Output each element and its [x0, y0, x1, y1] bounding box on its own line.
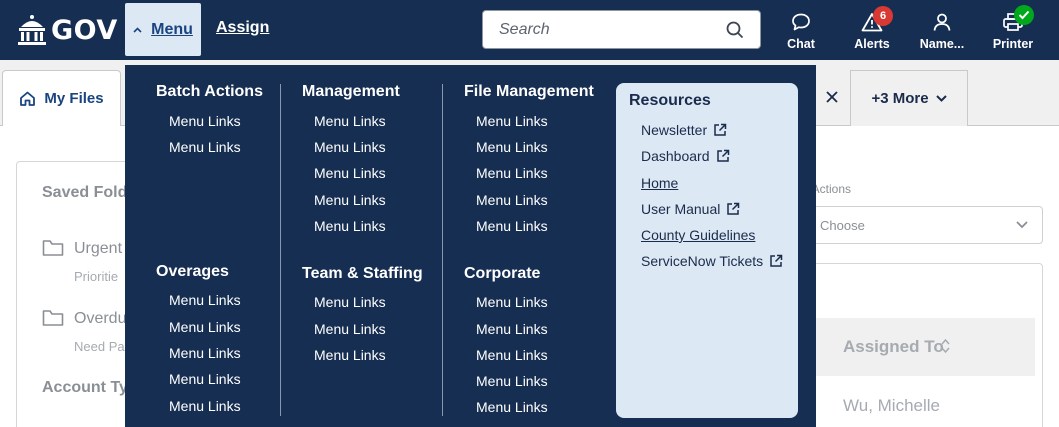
folder-subtitle: Prioritie — [74, 269, 119, 284]
resources-title: Resources — [629, 92, 711, 109]
account-type-title: Account Ty — [42, 379, 128, 396]
menu-link[interactable]: Menu Links — [169, 319, 241, 335]
logo-text: GOV — [51, 14, 118, 46]
top-navigation-bar: GOV Menu Assign Chat 6 Alerts Name... Pr… — [0, 0, 1059, 60]
resource-link-dashboard[interactable]: Dashboard — [641, 148, 730, 164]
user-name-label: Name... — [919, 37, 965, 51]
menu-link[interactable]: Menu Links — [476, 373, 548, 389]
saved-folders-card: Saved Fold Urgent Prioritie Overdu Need … — [16, 161, 136, 427]
menu-section-title: Team & Staffing — [302, 265, 423, 282]
chevron-down-icon — [935, 95, 947, 102]
tab-my-files[interactable]: My Files — [2, 70, 121, 126]
menu-link[interactable]: Menu Links — [314, 192, 386, 208]
resource-link-label: User Manual — [641, 201, 721, 217]
capitol-building-icon — [18, 15, 46, 45]
menu-section-title: Management — [302, 83, 400, 100]
alerts-label: Alerts — [854, 37, 890, 51]
printer-button[interactable]: Printer — [980, 5, 1046, 56]
menu-link[interactable]: Menu Links — [476, 165, 548, 181]
menu-link[interactable]: Menu Links — [476, 321, 548, 337]
folder-name[interactable]: Overdu — [74, 310, 126, 328]
menu-link[interactable]: Menu Links — [476, 294, 548, 310]
menu-link[interactable]: Menu Links — [314, 139, 386, 155]
search-input[interactable] — [499, 19, 719, 41]
menu-link[interactable]: Menu Links — [476, 218, 548, 234]
menu-link[interactable]: Menu Links — [169, 139, 241, 155]
menu-section-title: File Management — [464, 83, 594, 100]
resource-link-user-manual[interactable]: User Manual — [641, 201, 740, 217]
resource-link-label: County Guidelines — [641, 227, 756, 243]
folder-icon — [42, 310, 64, 326]
external-link-icon — [714, 123, 727, 136]
folder-name[interactable]: Urgent — [74, 240, 122, 258]
column-header-label: Assigned To — [843, 337, 944, 356]
tab-my-files-label: My Files — [44, 90, 104, 107]
external-link-icon — [716, 149, 729, 162]
chat-bubble-icon — [792, 13, 810, 31]
close-icon — [826, 91, 838, 103]
menu-section-title: Overages — [156, 263, 229, 280]
resource-link-label: Newsletter — [641, 122, 708, 138]
menu-link[interactable]: Menu Links — [169, 371, 241, 387]
menu-link[interactable]: Menu Links — [314, 321, 386, 337]
chevron-down-icon — [1016, 221, 1028, 229]
search-icon[interactable] — [726, 21, 744, 39]
menu-link[interactable]: Menu Links — [476, 347, 548, 363]
menu-section-title: Batch Actions — [156, 83, 263, 100]
menu-link[interactable]: Menu Links — [476, 139, 548, 155]
menu-link[interactable]: Menu Links — [169, 113, 241, 129]
menu-column-divider — [442, 84, 443, 416]
chevron-up-icon — [133, 26, 142, 33]
resource-link-home[interactable]: Home — [641, 175, 678, 191]
printer-label: Printer — [992, 37, 1034, 51]
external-link-icon — [727, 202, 740, 215]
printer-status-check-icon — [1014, 5, 1034, 25]
user-icon — [933, 13, 951, 31]
menu-link[interactable]: Menu Links — [476, 399, 548, 415]
resource-link-label: Dashboard — [641, 148, 710, 164]
menu-link[interactable]: Menu Links — [314, 113, 386, 129]
resource-link-label: Home — [641, 175, 679, 191]
folder-subtitle: Need Pa — [74, 339, 125, 354]
resource-link-newsletter[interactable]: Newsletter — [641, 122, 727, 138]
menu-toggle-button[interactable]: Menu — [125, 3, 201, 56]
menu-button-label: Menu — [151, 20, 193, 38]
bulk-actions-select[interactable]: Choose — [803, 206, 1043, 244]
tab-more-label: +3 More — [871, 90, 929, 107]
tab-more-dropdown[interactable]: +3 More — [850, 70, 968, 126]
menu-column-divider — [280, 84, 281, 416]
search-box — [482, 10, 761, 49]
alerts-count-badge: 6 — [873, 6, 893, 26]
alerts-button[interactable]: 6 Alerts — [839, 6, 905, 56]
column-header-assigned-to[interactable]: Assigned To — [815, 318, 1035, 376]
menu-link[interactable]: Menu Links — [476, 192, 548, 208]
sort-icon — [941, 338, 950, 354]
table-cell-assignee: Wu, Michelle — [843, 396, 940, 415]
saved-folders-title: Saved Fold — [42, 184, 128, 201]
menu-link[interactable]: Menu Links — [169, 292, 241, 308]
bulk-actions-value: Choose — [820, 218, 865, 233]
tab-close-button[interactable] — [815, 70, 849, 124]
folder-icon — [42, 240, 64, 256]
external-link-icon — [770, 254, 783, 267]
menu-link[interactable]: Menu Links — [169, 398, 241, 414]
resource-link-servicenow-tickets[interactable]: ServiceNow Tickets — [641, 253, 783, 269]
chat-button[interactable]: Chat — [768, 6, 834, 56]
assign-link[interactable]: Assign — [216, 19, 269, 37]
menu-link[interactable]: Menu Links — [476, 113, 548, 129]
menu-link[interactable]: Menu Links — [314, 347, 386, 363]
menu-link[interactable]: Menu Links — [169, 345, 241, 361]
menu-link[interactable]: Menu Links — [314, 294, 386, 310]
menu-link[interactable]: Menu Links — [314, 218, 386, 234]
user-menu-button[interactable]: Name... — [909, 6, 975, 56]
resource-link-county-guidelines[interactable]: County Guidelines — [641, 227, 755, 243]
chat-label: Chat — [787, 37, 815, 51]
resource-link-label: ServiceNow Tickets — [641, 253, 764, 269]
logo[interactable]: GOV — [16, 12, 118, 48]
menu-section-title: Corporate — [464, 265, 541, 282]
home-icon — [20, 91, 36, 106]
menu-link[interactable]: Menu Links — [314, 165, 386, 181]
